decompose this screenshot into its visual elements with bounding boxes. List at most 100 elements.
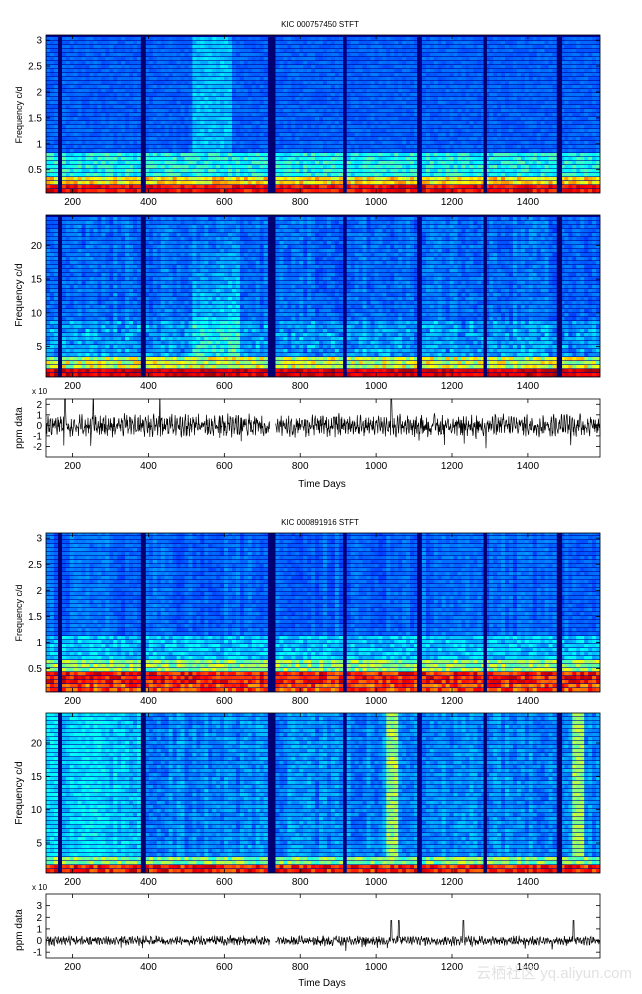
heatmap-cell bbox=[224, 89, 229, 93]
heatmap-cell bbox=[137, 53, 142, 57]
heatmap-cell bbox=[457, 81, 462, 85]
heatmap-cell bbox=[224, 53, 229, 57]
heatmap-cell bbox=[362, 45, 367, 49]
heatmap-cell bbox=[315, 45, 320, 49]
heatmap-cell bbox=[382, 85, 387, 89]
heatmap-cell bbox=[453, 69, 458, 73]
heatmap-cell bbox=[208, 157, 213, 161]
heatmap-cell bbox=[81, 165, 86, 169]
heatmap-cell bbox=[65, 85, 71, 89]
heatmap-cell bbox=[65, 97, 71, 101]
heatmap-cell bbox=[576, 97, 581, 101]
heatmap-cell bbox=[121, 77, 126, 81]
heatmap-cell bbox=[231, 57, 237, 61]
heatmap-cell bbox=[125, 189, 130, 193]
heatmap-cell bbox=[125, 73, 130, 77]
heatmap-cell bbox=[532, 133, 537, 137]
heatmap-cell bbox=[338, 181, 344, 185]
heatmap-cell bbox=[536, 153, 541, 157]
heatmap-cell bbox=[425, 189, 431, 193]
heatmap-cell bbox=[69, 69, 74, 73]
heatmap-cell bbox=[477, 125, 482, 129]
heatmap-cell bbox=[224, 129, 229, 133]
heatmap-cell bbox=[247, 153, 253, 157]
heatmap-cell bbox=[188, 53, 193, 57]
heatmap-cell bbox=[362, 101, 367, 105]
heatmap-cell bbox=[172, 121, 177, 125]
heatmap-cell bbox=[386, 41, 391, 45]
heatmap-cell bbox=[117, 77, 122, 81]
heatmap-cell bbox=[338, 153, 344, 157]
heatmap-cell bbox=[125, 133, 130, 137]
heatmap-cell bbox=[473, 85, 478, 89]
heatmap-cell bbox=[532, 53, 537, 57]
heatmap-cell bbox=[73, 113, 78, 117]
heatmap-cell bbox=[473, 101, 478, 105]
heatmap-cell bbox=[568, 133, 573, 137]
heatmap-cell bbox=[410, 141, 415, 145]
heatmap-cell bbox=[544, 53, 549, 57]
heatmap-cell bbox=[287, 45, 292, 49]
heatmap-cell bbox=[283, 41, 288, 45]
heatmap-cell bbox=[441, 89, 446, 93]
heatmap-cell bbox=[528, 53, 534, 57]
heatmap-cell bbox=[532, 145, 537, 149]
heatmap-cell bbox=[307, 37, 312, 41]
heatmap-cell bbox=[176, 189, 181, 193]
heatmap-cell bbox=[49, 133, 55, 137]
heatmap-cell bbox=[156, 53, 162, 57]
heatmap-cell bbox=[73, 153, 78, 157]
heatmap-cell bbox=[152, 57, 158, 61]
heatmap-cell bbox=[65, 177, 71, 181]
heatmap-cell bbox=[192, 77, 197, 81]
heatmap-cell bbox=[121, 125, 126, 129]
heatmap-cell bbox=[77, 117, 82, 121]
heatmap-cell bbox=[164, 85, 169, 89]
heatmap-cell bbox=[275, 57, 280, 61]
heatmap-cell bbox=[156, 129, 162, 133]
heatmap-cell bbox=[552, 41, 557, 45]
heatmap-cell bbox=[168, 53, 173, 57]
heatmap-cell bbox=[437, 49, 443, 53]
heatmap-cell bbox=[81, 137, 86, 141]
heatmap-cell bbox=[501, 109, 506, 113]
heatmap-cell bbox=[508, 173, 514, 177]
heatmap-cell bbox=[552, 129, 557, 133]
heatmap-cell bbox=[255, 105, 260, 109]
heatmap-cell bbox=[259, 189, 264, 193]
heatmap-cell bbox=[85, 133, 90, 137]
heatmap-cell bbox=[576, 185, 581, 189]
heatmap-cell bbox=[85, 101, 90, 105]
heatmap-cell bbox=[441, 181, 446, 185]
heatmap-cell bbox=[520, 165, 526, 169]
heatmap-cell bbox=[441, 41, 446, 45]
heatmap-cell bbox=[469, 173, 474, 177]
heatmap-cell bbox=[536, 145, 541, 149]
heatmap-cell bbox=[319, 49, 324, 53]
heatmap-cell bbox=[121, 145, 126, 149]
heatmap-cell bbox=[117, 149, 122, 153]
heatmap-cell bbox=[133, 129, 138, 133]
heatmap-cell bbox=[564, 157, 569, 161]
heatmap-cell bbox=[354, 77, 359, 81]
heatmap-cell bbox=[576, 53, 581, 57]
heatmap-cell bbox=[235, 77, 241, 81]
heatmap-cell bbox=[109, 133, 114, 137]
heatmap-cell bbox=[259, 157, 264, 161]
heatmap-cell bbox=[69, 189, 74, 193]
heatmap-cell bbox=[307, 157, 312, 161]
heatmap-cell bbox=[433, 133, 439, 137]
heatmap-cell bbox=[493, 97, 498, 101]
heatmap-cell bbox=[576, 161, 581, 165]
heatmap-cell bbox=[275, 109, 280, 113]
heatmap-cell bbox=[516, 165, 522, 169]
heatmap-cell bbox=[334, 161, 340, 165]
heatmap-cell bbox=[208, 45, 213, 49]
heatmap-cell bbox=[330, 101, 336, 105]
heatmap-cell bbox=[220, 97, 225, 101]
heatmap-cell bbox=[334, 157, 340, 161]
heatmap-cell bbox=[168, 165, 173, 169]
heatmap-cell bbox=[457, 89, 462, 93]
heatmap-cell bbox=[259, 181, 264, 185]
heatmap-cell bbox=[410, 185, 415, 189]
